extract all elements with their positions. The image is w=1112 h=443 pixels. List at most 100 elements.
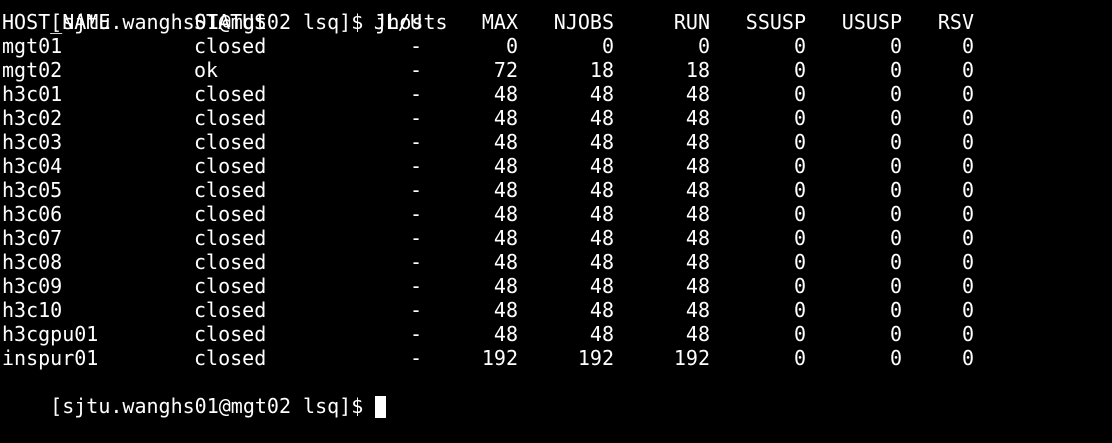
- njobs-cell: 192: [577, 346, 614, 370]
- terminal-cursor: [375, 395, 387, 418]
- njobs-cell: 48: [589, 322, 614, 346]
- max-cell: 48: [493, 202, 518, 226]
- ususp-cell: 0: [889, 322, 902, 346]
- ususp-cell: 0: [889, 346, 902, 370]
- jlu-cell: -: [409, 226, 422, 250]
- status-cell: closed: [194, 250, 267, 274]
- ssusp-cell: 0: [793, 274, 806, 298]
- max-cell: 48: [493, 322, 518, 346]
- njobs-cell: 48: [589, 106, 614, 130]
- rsv-cell: 0: [961, 274, 974, 298]
- njobs-cell: 48: [589, 298, 614, 322]
- njobs-cell: 48: [589, 178, 614, 202]
- host-table-body: mgt01 closed -0 0 0 0 0 0 mgt02 ok -72 18 18 0 0 0 h3c01…: [2, 34, 1110, 370]
- run-cell: 18: [685, 58, 710, 82]
- host-name-cell: h3c09: [2, 274, 63, 298]
- jlu-cell: -: [409, 106, 422, 130]
- ssusp-cell: 0: [793, 106, 806, 130]
- host-name-cell: h3cgpu01: [2, 322, 99, 346]
- header-njobs: NJOBS: [553, 10, 614, 34]
- ususp-cell: 0: [889, 298, 902, 322]
- host-name-cell: h3c04: [2, 154, 63, 178]
- njobs-cell: 48: [589, 250, 614, 274]
- jlu-cell: -: [409, 250, 422, 274]
- ususp-cell: 0: [889, 106, 902, 130]
- table-row: h3c10 closed - 48 48 48 0 0 0: [2, 298, 1110, 322]
- max-cell: 48: [493, 154, 518, 178]
- header-rsv: RSV: [937, 10, 974, 34]
- ssusp-cell: 0: [793, 298, 806, 322]
- jlu-cell: -: [409, 178, 422, 202]
- previous-command-line: [sjtu.wanghs01@mgt02 lsq]$ jhosts: [2, 0, 1110, 34]
- status-cell: closed: [194, 298, 267, 322]
- table-row: h3c09 closed - 48 48 48 0 0 0: [2, 274, 1110, 298]
- ssusp-cell: 0: [793, 202, 806, 226]
- rsv-cell: 0: [961, 154, 974, 178]
- prompt-line[interactable]: [sjtu.wanghs01@mgt02 lsq]$: [2, 370, 1110, 418]
- ssusp-cell: 0: [793, 58, 806, 82]
- jlu-cell: -: [409, 58, 422, 82]
- run-cell: 0: [697, 34, 710, 58]
- ssusp-cell: 0: [793, 226, 806, 250]
- table-row: h3cgpu01 closed - 48 48 48 0 0 0: [2, 322, 1110, 346]
- jlu-cell: -: [409, 346, 422, 370]
- status-cell: ok: [194, 58, 219, 82]
- max-cell: 48: [493, 226, 518, 250]
- njobs-cell: 18: [589, 58, 614, 82]
- header-max: MAX: [481, 10, 518, 34]
- run-cell: 192: [673, 346, 710, 370]
- ususp-cell: 0: [889, 130, 902, 154]
- ssusp-cell: 0: [793, 154, 806, 178]
- table-row: mgt01 closed - 0 0 0 0 0 0: [2, 34, 1110, 58]
- status-cell: closed: [194, 34, 267, 58]
- max-cell: 48: [493, 250, 518, 274]
- terminal-window[interactable]: [sjtu.wanghs01@mgt02 lsq]$ jhosts HOST_N…: [2, 0, 1110, 418]
- table-row: mgt02 ok - 72 18 18 0 0 0: [2, 58, 1110, 82]
- host-name-cell: inspur01: [2, 346, 99, 370]
- run-cell: 48: [685, 154, 710, 178]
- rsv-cell: 0: [961, 322, 974, 346]
- header-jlu: JL/U: [373, 10, 422, 34]
- header-status: STATUS: [194, 10, 267, 34]
- max-cell: 48: [493, 130, 518, 154]
- rsv-cell: 0: [961, 298, 974, 322]
- jlu-cell: -: [409, 274, 422, 298]
- rsv-cell: 0: [961, 82, 974, 106]
- rsv-cell: 0: [961, 226, 974, 250]
- rsv-cell: 0: [961, 202, 974, 226]
- ssusp-cell: 0: [793, 130, 806, 154]
- table-row: h3c01 closed - 48 48 48 0 0 0: [2, 82, 1110, 106]
- header-ssusp: SSUSP: [745, 10, 806, 34]
- ususp-cell: 0: [889, 154, 902, 178]
- run-cell: 48: [685, 202, 710, 226]
- host-name-cell: h3c03: [2, 130, 63, 154]
- ssusp-cell: 0: [793, 250, 806, 274]
- jlu-cell: -: [409, 202, 422, 226]
- ususp-cell: 0: [889, 202, 902, 226]
- rsv-cell: 0: [961, 130, 974, 154]
- header-host-name: HOST_NAME: [2, 10, 111, 34]
- ususp-cell: 0: [889, 226, 902, 250]
- max-cell: 192: [481, 346, 518, 370]
- status-cell: closed: [194, 346, 267, 370]
- njobs-cell: 48: [589, 274, 614, 298]
- host-name-cell: h3c06: [2, 202, 63, 226]
- run-cell: 48: [685, 106, 710, 130]
- host-name-cell: h3c10: [2, 298, 63, 322]
- rsv-cell: 0: [961, 106, 974, 130]
- host-name-cell: h3c07: [2, 226, 63, 250]
- njobs-cell: 0: [601, 34, 614, 58]
- jlu-cell: -: [409, 298, 422, 322]
- njobs-cell: 48: [589, 82, 614, 106]
- host-name-cell: mgt01: [2, 34, 63, 58]
- header-ususp: USUSP: [841, 10, 902, 34]
- run-cell: 48: [685, 82, 710, 106]
- rsv-cell: 0: [961, 346, 974, 370]
- table-row: h3c03 closed - 48 48 48 0 0 0: [2, 130, 1110, 154]
- status-cell: closed: [194, 82, 267, 106]
- njobs-cell: 48: [589, 226, 614, 250]
- jlu-cell: -: [409, 322, 422, 346]
- njobs-cell: 48: [589, 202, 614, 226]
- rsv-cell: 0: [961, 58, 974, 82]
- ssusp-cell: 0: [793, 34, 806, 58]
